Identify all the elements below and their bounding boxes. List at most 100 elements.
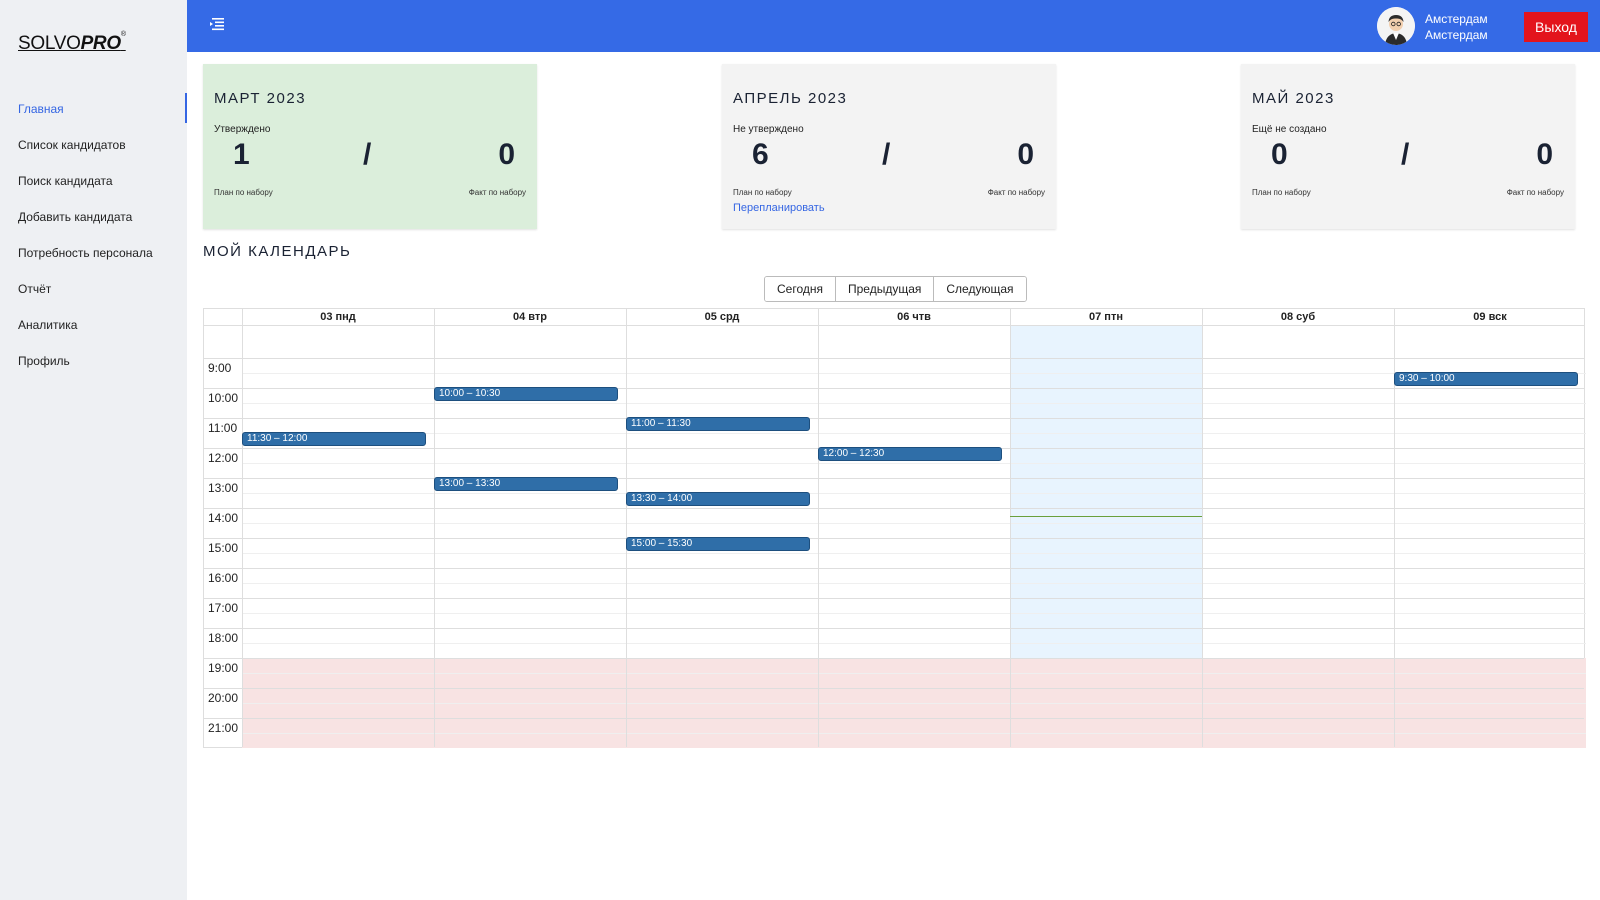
day-header[interactable]: 06 чтв <box>818 309 1010 325</box>
sidebar-item-staff-needs[interactable]: Потребность персонала <box>0 235 187 271</box>
calendar-event[interactable]: 13:30 – 14:00 <box>626 492 810 506</box>
calendar-event[interactable]: 13:00 – 13:30 <box>434 477 618 491</box>
day-header[interactable]: 08 суб <box>1202 309 1394 325</box>
hour-line <box>204 508 1584 509</box>
plan-count: 0 <box>1271 138 1288 171</box>
brand-name-part1: SOLVO <box>18 33 81 54</box>
time-label: 19:00 <box>208 661 239 675</box>
half-hour-line <box>242 643 1586 644</box>
fact-label: Факт по набору <box>1506 188 1564 197</box>
day-header[interactable]: 03 пнд <box>242 309 434 325</box>
column-line <box>818 309 819 747</box>
month-card-march: МАРТ 2023 Утверждено 1 / 0 План по набор… <box>203 64 537 229</box>
month-card-may: МАЙ 2023 Ещё не создано 0 / 0 План по на… <box>1241 64 1575 229</box>
plan-label: План по набору <box>214 188 273 197</box>
sidebar-nav: Главная Список кандидатов Поиск кандидат… <box>0 91 187 379</box>
sidebar-item-add-candidate[interactable]: Добавить кандидата <box>0 199 187 235</box>
sidebar-item-profile[interactable]: Профиль <box>0 343 187 379</box>
hour-line <box>204 538 1584 539</box>
today-button[interactable]: Сегодня <box>765 277 836 301</box>
time-label: 21:00 <box>208 721 239 735</box>
card-status: Ещё не создано <box>1252 124 1327 135</box>
day-header[interactable]: 09 вск <box>1394 309 1586 325</box>
time-label: 17:00 <box>208 601 239 615</box>
calendar-title: МОЙ КАЛЕНДАРЬ <box>203 243 352 260</box>
hour-line <box>204 478 1584 479</box>
hour-line <box>204 598 1584 599</box>
calendar-event[interactable]: 12:00 – 12:30 <box>818 447 1002 461</box>
time-label: 11:00 <box>208 421 238 435</box>
plan-count: 6 <box>752 138 769 171</box>
logout-button[interactable]: Выход <box>1524 12 1588 42</box>
day-header[interactable]: 05 срд <box>626 309 818 325</box>
card-title: АПРЕЛЬ 2023 <box>733 90 848 107</box>
hour-line <box>204 628 1584 629</box>
calendar-event[interactable]: 11:30 – 12:00 <box>242 432 426 446</box>
top-bar: Амстердам Амстердам Выход <box>187 0 1600 52</box>
calendar-event[interactable]: 15:00 – 15:30 <box>626 537 810 551</box>
avatar[interactable] <box>1377 7 1415 45</box>
day-header[interactable]: 04 втр <box>434 309 626 325</box>
fact-count: 0 <box>498 138 515 171</box>
user-name[interactable]: Амстердам Амстердам <box>1425 11 1488 43</box>
month-card-april: АПРЕЛЬ 2023 Не утверждено 6 / 0 План по … <box>722 64 1056 229</box>
day-header[interactable]: 07 птн <box>1010 309 1202 325</box>
column-line <box>242 309 243 747</box>
today-column-highlight <box>1010 325 1202 658</box>
plan-label: План по набору <box>733 188 792 197</box>
sidebar-item-analytics[interactable]: Аналитика <box>0 307 187 343</box>
hour-line <box>204 568 1584 569</box>
brand-logo[interactable]: SOLVOPRO® <box>18 31 126 55</box>
time-label: 12:00 <box>208 451 239 465</box>
card-title: МАЙ 2023 <box>1252 90 1335 107</box>
week-calendar: 9:00 10:00 11:00 12:00 13:00 14:00 15:00 16:00 1… <box>203 308 1586 748</box>
time-label: 15:00 <box>208 541 239 555</box>
count-separator: / <box>882 138 891 171</box>
user-name-line1: Амстердам <box>1425 12 1488 26</box>
half-hour-line <box>242 523 1586 524</box>
calendar-event[interactable]: 10:00 – 10:30 <box>434 387 618 401</box>
time-label: 9:00 <box>208 361 232 375</box>
brand-mark: ® <box>120 31 126 38</box>
menu-toggle-icon[interactable] <box>209 17 225 31</box>
column-line <box>1202 309 1203 747</box>
next-week-button[interactable]: Следующая <box>934 277 1026 301</box>
half-hour-line <box>242 433 1586 434</box>
column-line <box>626 309 627 747</box>
replan-link[interactable]: Перепланировать <box>733 202 825 214</box>
half-hour-line <box>242 403 1586 404</box>
calendar-nav-buttons: Сегодня Предыдущая Следующая <box>764 276 1027 302</box>
half-hour-line <box>242 613 1586 614</box>
time-label: 10:00 <box>208 391 239 405</box>
previous-week-button[interactable]: Предыдущая <box>836 277 935 301</box>
half-hour-line <box>242 463 1586 464</box>
half-hour-line <box>242 733 1586 734</box>
half-hour-line <box>242 553 1586 554</box>
time-label: 14:00 <box>208 511 239 525</box>
calendar-event[interactable]: 11:00 – 11:30 <box>626 417 810 431</box>
sidebar-item-report[interactable]: Отчёт <box>0 271 187 307</box>
calendar-event[interactable]: 9:30 – 10:00 <box>1394 372 1578 386</box>
fact-label: Факт по набору <box>987 188 1045 197</box>
grid-line <box>204 325 1584 326</box>
count-separator: / <box>1401 138 1410 171</box>
card-status: Не утверждено <box>733 124 804 135</box>
brand-name-part2: PRO <box>80 33 122 54</box>
fact-count: 0 <box>1017 138 1034 171</box>
fact-label: Факт по набору <box>468 188 526 197</box>
card-title: МАРТ 2023 <box>214 90 307 107</box>
half-hour-line <box>242 703 1586 704</box>
half-hour-line <box>242 493 1586 494</box>
sidebar-item-home[interactable]: Главная <box>0 91 187 127</box>
hour-line <box>204 688 1584 689</box>
column-line <box>1010 309 1011 747</box>
count-separator: / <box>363 138 372 171</box>
hour-line <box>204 388 1584 389</box>
plan-label: План по набору <box>1252 188 1311 197</box>
half-hour-line <box>242 373 1586 374</box>
sidebar-item-candidate-list[interactable]: Список кандидатов <box>0 127 187 163</box>
time-label: 13:00 <box>208 481 239 495</box>
hour-line <box>204 658 1584 659</box>
plan-count: 1 <box>233 138 250 171</box>
sidebar-item-candidate-search[interactable]: Поиск кандидата <box>0 163 187 199</box>
